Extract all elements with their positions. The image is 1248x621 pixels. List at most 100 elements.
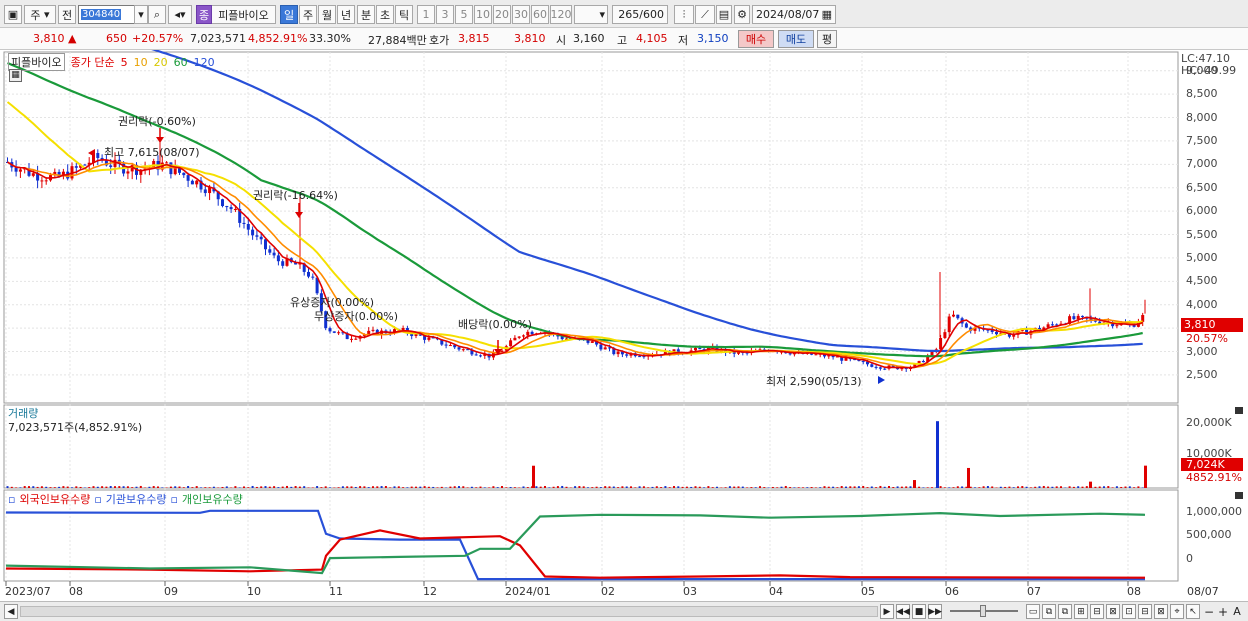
legend-ma10[interactable]: 10 [134,56,148,69]
candle-body [788,353,792,355]
font-size-icon[interactable]: A [1230,604,1244,619]
candle-icon[interactable]: ⫶ [674,5,694,24]
scroll-left-icon[interactable]: ◀ [4,604,18,619]
layout-icon-3[interactable]: ⧉ [1058,604,1072,619]
period-year[interactable]: 년 [337,5,355,24]
toolbar: ▣ 주 ▾ 전 304840 ▾ ⌕ ◂▾ 종 피플바이오 일 주 월 년 분 … [0,0,1248,28]
save-icon[interactable]: ▤ [716,5,732,24]
legend-institution[interactable]: 기관보유수량 [106,491,167,507]
volume-bar [857,486,860,488]
volume-bar [83,487,86,488]
minute-5[interactable]: 5 [455,5,473,24]
zoom-out-icon[interactable]: − [1202,604,1216,619]
holdings-pane-close-icon[interactable] [1235,492,1243,499]
price-legend: 피플바이오 종가 단순 5 10 20 60 120 [8,53,215,71]
rewind-icon[interactable]: ◀◀ [896,604,910,619]
volume-bar [225,486,228,488]
layout-icon-1[interactable]: ▭ [1026,604,1040,619]
legend-ma60[interactable]: 60 [174,56,188,69]
volume-bar [896,486,899,488]
volume-pane-close-icon[interactable] [1235,407,1243,414]
volume-bar [1021,486,1024,488]
minute-60[interactable]: 60 [531,5,549,24]
volume-bar [75,486,78,488]
period-second[interactable]: 초 [376,5,394,24]
sell-button[interactable]: 매도 [778,30,814,48]
volume-bar [505,487,508,488]
volume-bar [1137,486,1140,488]
volume-bar [513,487,516,488]
minute-120[interactable]: 120 [550,5,572,24]
layout-icon-2[interactable]: ⧉ [1042,604,1056,619]
code-dropdown-icon[interactable]: ▾ [134,5,148,24]
zoom-in-icon[interactable]: + [1216,604,1230,619]
volume-bar [341,486,344,488]
layout-icon-4[interactable]: ⊞ [1074,604,1088,619]
period-minute[interactable]: 분 [357,5,375,24]
volume-bar [393,486,396,488]
layout-icon-6[interactable]: ⊠ [1106,604,1120,619]
legend-ma120[interactable]: 120 [194,56,215,69]
period-week[interactable]: 주 [299,5,317,24]
zoom-slider-handle[interactable] [980,605,986,617]
candle-body [233,209,237,211]
stop-icon[interactable]: ■ [912,604,926,619]
buy-button[interactable]: 매수 [738,30,774,48]
volume-bar [139,485,142,488]
interval-select[interactable]: ▾ [574,5,608,24]
candle-body [371,329,375,331]
pointer-icon[interactable]: ↖ [1186,604,1200,619]
volume-bar [32,486,35,488]
volume-bar [668,487,671,488]
stock-code-input[interactable]: 304840 [78,5,136,24]
volume-bar [58,486,61,488]
fast-forward-icon[interactable]: ▶▶ [928,604,942,619]
crosshair-icon[interactable]: ⌖ [1170,604,1184,619]
minute-10[interactable]: 10 [474,5,492,24]
layout-icon-8[interactable]: ⊟ [1138,604,1152,619]
speaker-icon[interactable]: ◂▾ [168,5,192,24]
stock-name[interactable]: 피플바이오 [212,5,276,24]
volume-bar [92,486,95,488]
volume-bar [40,486,43,488]
window-icon[interactable]: ▣ [4,5,22,24]
volume-bar [359,486,362,488]
candle-body [264,239,267,250]
scroll-right-icon[interactable]: ▶ [880,604,894,619]
date-input[interactable]: 2024/08/07 ▦ [752,5,836,24]
legend-ma20[interactable]: 20 [154,56,168,69]
minute-3[interactable]: 3 [436,5,454,24]
holdings-tick-500000: 500,000 [1186,528,1232,541]
period-month[interactable]: 월 [318,5,336,24]
calendar-icon[interactable]: ▦ [822,8,832,21]
volume-bar [664,486,667,488]
low-price-annotation: 최저 2,590(05/13) [766,375,862,388]
legend-foreign[interactable]: 외국인보유수량 [19,491,90,507]
chart-canvas[interactable] [0,50,1248,601]
chart-settings-icon[interactable]: ▦ [9,69,22,82]
settings-gear-icon[interactable]: ⚙ [734,5,750,24]
layout-icon-5[interactable]: ⊟ [1090,604,1104,619]
legend-ma5[interactable]: 5 [121,56,128,69]
count-input[interactable]: 265/600 [612,5,668,24]
search-icon[interactable]: ⌕ [148,5,166,24]
legend-individual[interactable]: 개인보유수량 [182,491,243,507]
period-day[interactable]: 일 [280,5,298,24]
minute-20[interactable]: 20 [493,5,511,24]
scrollbar-track[interactable] [20,606,878,617]
volume-bar [410,486,413,488]
line-tool-icon[interactable]: ⟋ [695,5,715,24]
volume-bar [526,487,529,488]
volume-bar [866,487,869,488]
minute-30[interactable]: 30 [512,5,530,24]
candle-body [943,332,947,338]
layout-icon-7[interactable]: ⊡ [1122,604,1136,619]
price-change: 650 [106,32,127,45]
prev-button[interactable]: 전 [58,5,76,24]
period-tick[interactable]: 틱 [395,5,413,24]
period-select[interactable]: 주 ▾ [24,5,56,24]
layout-icon-9[interactable]: ⊠ [1154,604,1168,619]
eval-button[interactable]: 평 [817,30,837,48]
chart-area[interactable]: 피플바이오 종가 단순 5 10 20 60 120 ▦ LC:47.10 HC… [0,50,1248,621]
minute-1[interactable]: 1 [417,5,435,24]
